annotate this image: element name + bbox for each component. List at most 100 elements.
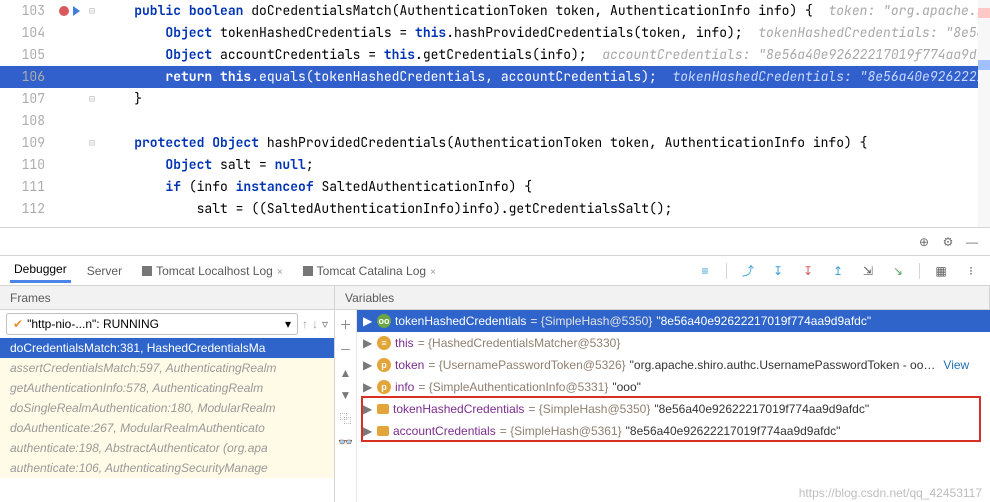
- frames-panel: ✔"http-nio-...n": RUNNING ▾ ↑ ↓ ▿ doCred…: [0, 310, 335, 502]
- variable-row[interactable]: ▶oo tokenHashedCredentials = {SimpleHash…: [357, 310, 990, 332]
- frame-item[interactable]: getAuthenticationInfo:578, Authenticatin…: [0, 378, 334, 398]
- expand-icon[interactable]: ▶: [363, 314, 373, 328]
- code-text: return this.equals(tokenHashedCredential…: [99, 66, 990, 88]
- code-line[interactable]: 106 return this.equals(tokenHashedCreden…: [0, 66, 990, 88]
- remove-watch-icon[interactable]: －: [339, 341, 351, 358]
- code-editor[interactable]: 103 ⊟ public boolean doCredentialsMatch(A…: [0, 0, 990, 228]
- move-up-icon[interactable]: ▲: [340, 366, 352, 380]
- code-line[interactable]: 107⊟ }: [0, 88, 990, 110]
- code-text: if (info instanceof SaltedAuthentication…: [99, 176, 990, 198]
- frame-item[interactable]: doSingleRealmAuthentication:180, Modular…: [0, 398, 334, 418]
- next-frame-icon[interactable]: ↓: [312, 317, 318, 331]
- filter-icon[interactable]: ▿: [322, 317, 328, 331]
- thread-combo[interactable]: ✔"http-nio-...n": RUNNING ▾: [6, 313, 298, 335]
- gutter[interactable]: [55, 132, 85, 154]
- frames-header: Frames: [0, 286, 335, 309]
- var-type: = {SimpleHash@5361}: [500, 424, 622, 438]
- gutter[interactable]: [55, 44, 85, 66]
- gutter[interactable]: [55, 198, 85, 220]
- var-value: "org.apache.shiro.authc.UsernamePassword…: [630, 358, 936, 372]
- tab-debugger[interactable]: Debugger: [10, 258, 71, 283]
- variable-row[interactable]: ▶p token = {UsernamePasswordToken@5326} …: [357, 354, 990, 376]
- gutter[interactable]: [55, 0, 85, 22]
- tab-tomcat-catalina[interactable]: Tomcat Catalina Log×: [299, 260, 440, 282]
- fold-toggle[interactable]: ⊟: [85, 88, 99, 110]
- code-text: public boolean doCredentialsMatch(Authen…: [99, 0, 990, 22]
- gutter[interactable]: [55, 176, 85, 198]
- more-icon[interactable]: ⁝: [962, 262, 980, 280]
- fold-toggle[interactable]: [85, 22, 99, 44]
- copy-icon[interactable]: ⿻: [339, 410, 351, 427]
- drop-frame-icon[interactable]: ⇲: [859, 262, 877, 280]
- fold-toggle[interactable]: [85, 110, 99, 132]
- expand-icon[interactable]: ▶: [363, 380, 373, 394]
- var-type: = {SimpleHash@5350}: [530, 314, 652, 328]
- expand-icon[interactable]: ▶: [363, 424, 373, 438]
- gutter[interactable]: [55, 22, 85, 44]
- glasses-icon[interactable]: 👓: [338, 435, 353, 449]
- variables-panel[interactable]: ▶oo tokenHashedCredentials = {SimpleHash…: [357, 310, 990, 502]
- code-line[interactable]: 111 if (info instanceof SaltedAuthentica…: [0, 176, 990, 198]
- var-name: accountCredentials: [393, 424, 496, 438]
- object-badge-icon: oo: [377, 314, 391, 328]
- add-watch-icon[interactable]: ＋: [339, 316, 351, 333]
- variable-row[interactable]: ▶ tokenHashedCredentials = {SimpleHash@5…: [357, 398, 990, 420]
- gear-icon[interactable]: ⚙: [940, 234, 956, 250]
- frame-item[interactable]: authenticate:198, AbstractAuthenticator …: [0, 438, 334, 458]
- code-line[interactable]: 109⊟ protected Object hashProvidedCreden…: [0, 132, 990, 154]
- tab-tomcat-localhost[interactable]: Tomcat Localhost Log×: [138, 260, 287, 282]
- code-line[interactable]: 108: [0, 110, 990, 132]
- force-step-into-icon[interactable]: ↧: [799, 262, 817, 280]
- target-icon[interactable]: ⊕: [916, 234, 932, 250]
- step-over-icon[interactable]: ⤴: [739, 262, 757, 280]
- var-type: = {SimpleAuthenticationInfo@5331}: [418, 380, 608, 394]
- code-line[interactable]: 103 ⊟ public boolean doCredentialsMatch(A…: [0, 0, 990, 22]
- fold-toggle[interactable]: [85, 44, 99, 66]
- frame-item[interactable]: assertCredentialsMatch:597, Authenticati…: [0, 358, 334, 378]
- scrollbar-marks[interactable]: [978, 0, 990, 227]
- frame-item[interactable]: doAuthenticate:267, ModularRealmAuthenti…: [0, 418, 334, 438]
- minimize-icon[interactable]: —: [964, 234, 980, 250]
- var-name: token: [395, 358, 424, 372]
- fold-toggle[interactable]: [85, 66, 99, 88]
- gutter[interactable]: [55, 88, 85, 110]
- param-badge-icon: p: [377, 380, 391, 394]
- frames-list[interactable]: doCredentialsMatch:381, HashedCredential…: [0, 338, 334, 502]
- run-to-cursor-icon[interactable]: ↘: [889, 262, 907, 280]
- code-line[interactable]: 110 Object salt = null;: [0, 154, 990, 176]
- code-text: protected Object hashProvidedCredentials…: [99, 132, 990, 154]
- tab-server[interactable]: Server: [83, 260, 126, 282]
- variables-toolbar: ＋ － ▲ ▼ ⿻ 👓: [335, 310, 357, 502]
- code-line[interactable]: 105 Object accountCredentials = this.get…: [0, 44, 990, 66]
- fold-toggle[interactable]: [85, 176, 99, 198]
- step-out-icon[interactable]: ↥: [829, 262, 847, 280]
- variable-row[interactable]: ▶ accountCredentials = {SimpleHash@5361}…: [357, 420, 990, 442]
- step-into-icon[interactable]: ↧: [769, 262, 787, 280]
- expand-icon[interactable]: ▶: [363, 336, 373, 350]
- variable-row[interactable]: ▶≡ this = {HashedCredentialsMatcher@5330…: [357, 332, 990, 354]
- expand-icon[interactable]: ▶: [363, 358, 373, 372]
- view-link[interactable]: View: [943, 358, 969, 372]
- gutter[interactable]: [55, 154, 85, 176]
- breakpoint-icon[interactable]: [59, 6, 69, 16]
- tab-label: Tomcat Localhost Log: [156, 264, 273, 278]
- param-badge-icon: p: [377, 358, 391, 372]
- line-number: 103: [0, 0, 55, 22]
- code-line[interactable]: 112 salt = ((SaltedAuthenticationInfo)in…: [0, 198, 990, 220]
- evaluate-icon[interactable]: ▦: [932, 262, 950, 280]
- move-down-icon[interactable]: ▼: [340, 388, 352, 402]
- fold-toggle[interactable]: [85, 154, 99, 176]
- step-over-icon[interactable]: ≡: [696, 262, 714, 280]
- code-line[interactable]: 104 Object tokenHashedCredentials = this…: [0, 22, 990, 44]
- fold-toggle[interactable]: ⊟: [85, 0, 99, 22]
- fold-toggle[interactable]: ⊟: [85, 132, 99, 154]
- code-text: Object tokenHashedCredentials = this.has…: [99, 22, 990, 44]
- gutter[interactable]: [55, 66, 85, 88]
- gutter[interactable]: [55, 110, 85, 132]
- variable-row[interactable]: ▶p info = {SimpleAuthenticationInfo@5331…: [357, 376, 990, 398]
- frame-item[interactable]: authenticate:106, AuthenticatingSecurity…: [0, 458, 334, 478]
- frame-item[interactable]: doCredentialsMatch:381, HashedCredential…: [0, 338, 334, 358]
- fold-toggle[interactable]: [85, 198, 99, 220]
- prev-frame-icon[interactable]: ↑: [302, 317, 308, 331]
- expand-icon[interactable]: ▶: [363, 402, 373, 416]
